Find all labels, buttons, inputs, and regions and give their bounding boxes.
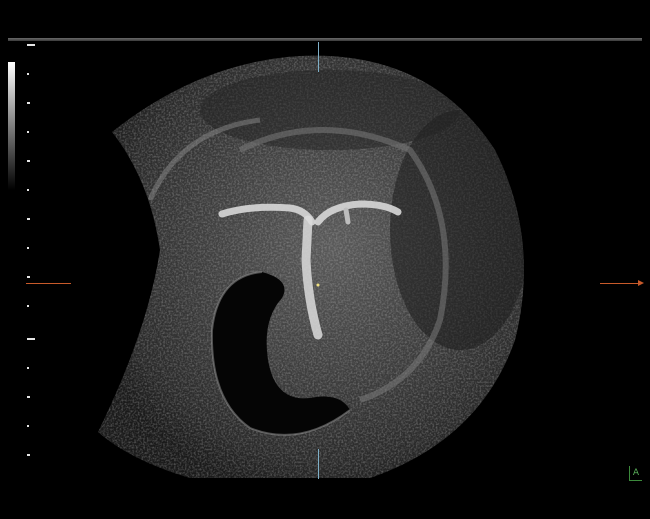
orientation-marker: A: [629, 466, 642, 481]
center-line-bottom: [318, 449, 319, 479]
focus-marker-right: [600, 280, 644, 286]
ultrasound-image: [98, 55, 524, 479]
upper-tissue-band: [200, 70, 460, 150]
outer-tissue-band: [390, 110, 524, 350]
center-line-top: [318, 42, 319, 72]
focus-marker-left: [26, 283, 71, 284]
